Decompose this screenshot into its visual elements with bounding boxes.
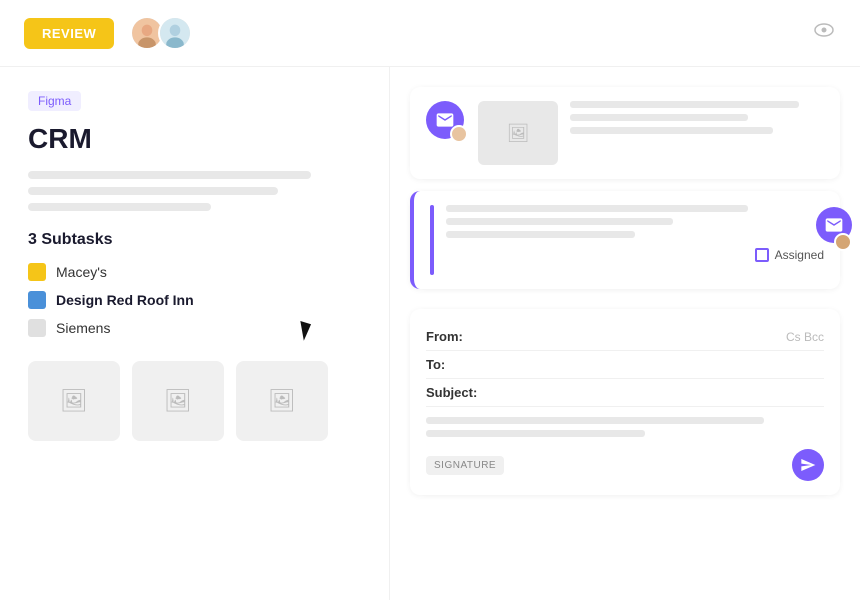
compose-subject-row: Subject: [426,379,824,407]
assigned-area: Assigned [446,248,824,262]
email-card-1[interactable]: 🖼 [410,87,840,179]
card-line-3 [570,127,773,134]
signature-badge: SIGNATURE [426,456,504,475]
subtask-label-design-red-roof: Design Red Roof Inn [56,292,194,308]
card-line-2 [570,114,748,121]
compose-area[interactable]: From: Cs Bcc To: Subject: SIGNATURE [410,309,840,495]
body-line-1 [426,417,764,424]
desc-line-1 [28,171,311,179]
thumbnail-3[interactable]: 🖼 [236,361,328,441]
card2-line-1 [446,205,748,212]
compose-to-row: To: [426,351,824,379]
subtask-maceys[interactable]: Macey's [28,263,361,281]
compose-footer: SIGNATURE [426,449,824,481]
desc-line-3 [28,203,211,211]
image-icon-2: 🖼 [164,388,192,414]
card2-line-2 [446,218,673,225]
card2-line-3 [446,231,635,238]
subject-label: Subject: [426,385,486,400]
email-avatar-wrap-1 [426,101,464,139]
subtask-siemens[interactable]: Siemens [28,319,361,337]
right-panel: 🖼 [390,67,860,600]
description-lines [28,171,361,211]
card-2-lines [446,205,824,238]
email-card-2[interactable]: Assigned [410,191,840,289]
send-button[interactable] [792,449,824,481]
subtask-label-siemens: Siemens [56,320,110,336]
card-line-1 [570,101,799,108]
left-panel: Figma CRM 3 Subtasks Macey's Design Red … [0,67,390,600]
main-layout: Figma CRM 3 Subtasks Macey's Design Red … [0,67,860,600]
thumbnail-1[interactable]: 🖼 [28,361,120,441]
email-mini-avatar-1 [450,125,468,143]
topbar-left: REVIEW [24,16,192,50]
avatars [130,16,192,50]
from-label: From: [426,329,486,344]
assigned-checkbox[interactable] [755,248,769,262]
review-button[interactable]: REVIEW [24,18,114,49]
cc-label: Cs Bcc [786,330,824,344]
subtask-icon-blue [28,291,46,309]
body-lines [426,417,824,437]
avatar-2 [158,16,192,50]
subtask-icon-yellow [28,263,46,281]
desc-line-2 [28,187,278,195]
assigned-label: Assigned [775,248,824,262]
card-1-lines [570,101,824,134]
selection-bar [430,205,434,275]
eye-icon[interactable] [812,18,836,48]
to-label: To: [426,357,486,372]
thumbnails: 🖼 🖼 🖼 [28,361,361,441]
subtask-design-red-roof[interactable]: Design Red Roof Inn [28,291,361,309]
subtasks-heading: 3 Subtasks [28,231,361,249]
image-placeholder-icon-1: 🖼 [507,123,530,144]
figma-badge: Figma [28,91,81,111]
project-title: CRM [28,123,361,155]
card2-mini-avatar [834,233,852,251]
compose-from-row: From: Cs Bcc [426,323,824,351]
thumbnail-2[interactable]: 🖼 [132,361,224,441]
card-image-1: 🖼 [478,101,558,165]
body-line-2 [426,430,645,437]
image-icon-3: 🖼 [268,388,296,414]
topbar: REVIEW [0,0,860,67]
card-2-body: Assigned [446,205,824,262]
image-icon-1: 🖼 [60,388,88,414]
subtask-label-maceys: Macey's [56,264,107,280]
subtask-icon-gray [28,319,46,337]
